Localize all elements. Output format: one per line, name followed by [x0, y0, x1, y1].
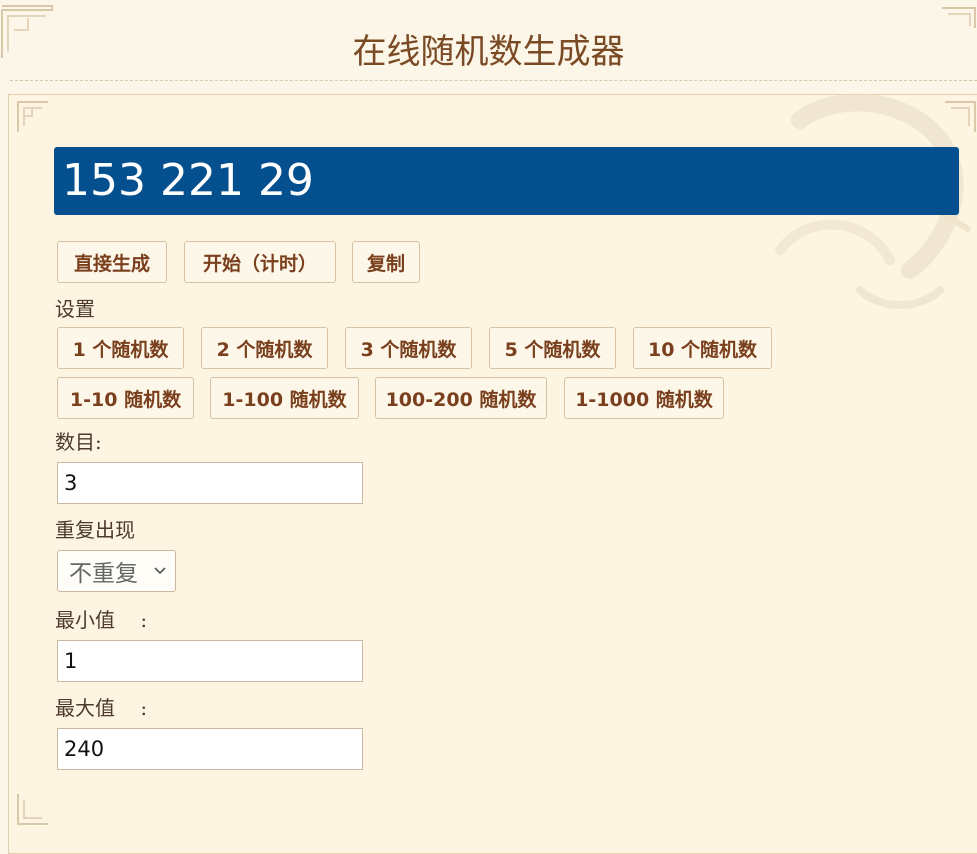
repeat-select-value: 不重复: [69, 561, 138, 587]
preset-count-button[interactable]: 2 个随机数: [201, 327, 328, 369]
max-label: 最大值 :: [55, 696, 148, 720]
random-result-display: 153 221 29: [54, 147, 959, 215]
max-value-input[interactable]: [57, 728, 363, 770]
repeat-label: 重复出现: [55, 518, 135, 542]
timed-start-button[interactable]: 开始（计时）: [184, 241, 336, 283]
min-label: 最小值 :: [55, 608, 148, 632]
page-title: 在线随机数生成器: [352, 32, 625, 72]
preset-range-button[interactable]: 100-200 随机数: [375, 377, 547, 419]
preset-count-button[interactable]: 1 个随机数: [57, 327, 184, 369]
panel-corner-top-left: [17, 101, 48, 132]
chevron-down-icon: [154, 567, 166, 575]
min-value-input[interactable]: [57, 640, 363, 682]
preset-count-button[interactable]: 10 个随机数: [633, 327, 772, 369]
panel-corner-bottom-left: [17, 794, 48, 825]
count-input[interactable]: [57, 462, 363, 504]
preset-count-button[interactable]: 3 个随机数: [345, 327, 472, 369]
settings-label: 设置: [55, 297, 95, 321]
preset-range-button[interactable]: 1-1000 随机数: [564, 377, 724, 419]
preset-range-button[interactable]: 1-100 随机数: [210, 377, 359, 419]
copy-button[interactable]: 复制: [352, 241, 420, 283]
generate-button[interactable]: 直接生成: [57, 241, 167, 283]
repeat-select[interactable]: 不重复: [57, 550, 176, 592]
preset-count-button[interactable]: 5 个随机数: [489, 327, 616, 369]
count-label: 数目:: [55, 430, 102, 454]
preset-range-button[interactable]: 1-10 随机数: [57, 377, 194, 419]
